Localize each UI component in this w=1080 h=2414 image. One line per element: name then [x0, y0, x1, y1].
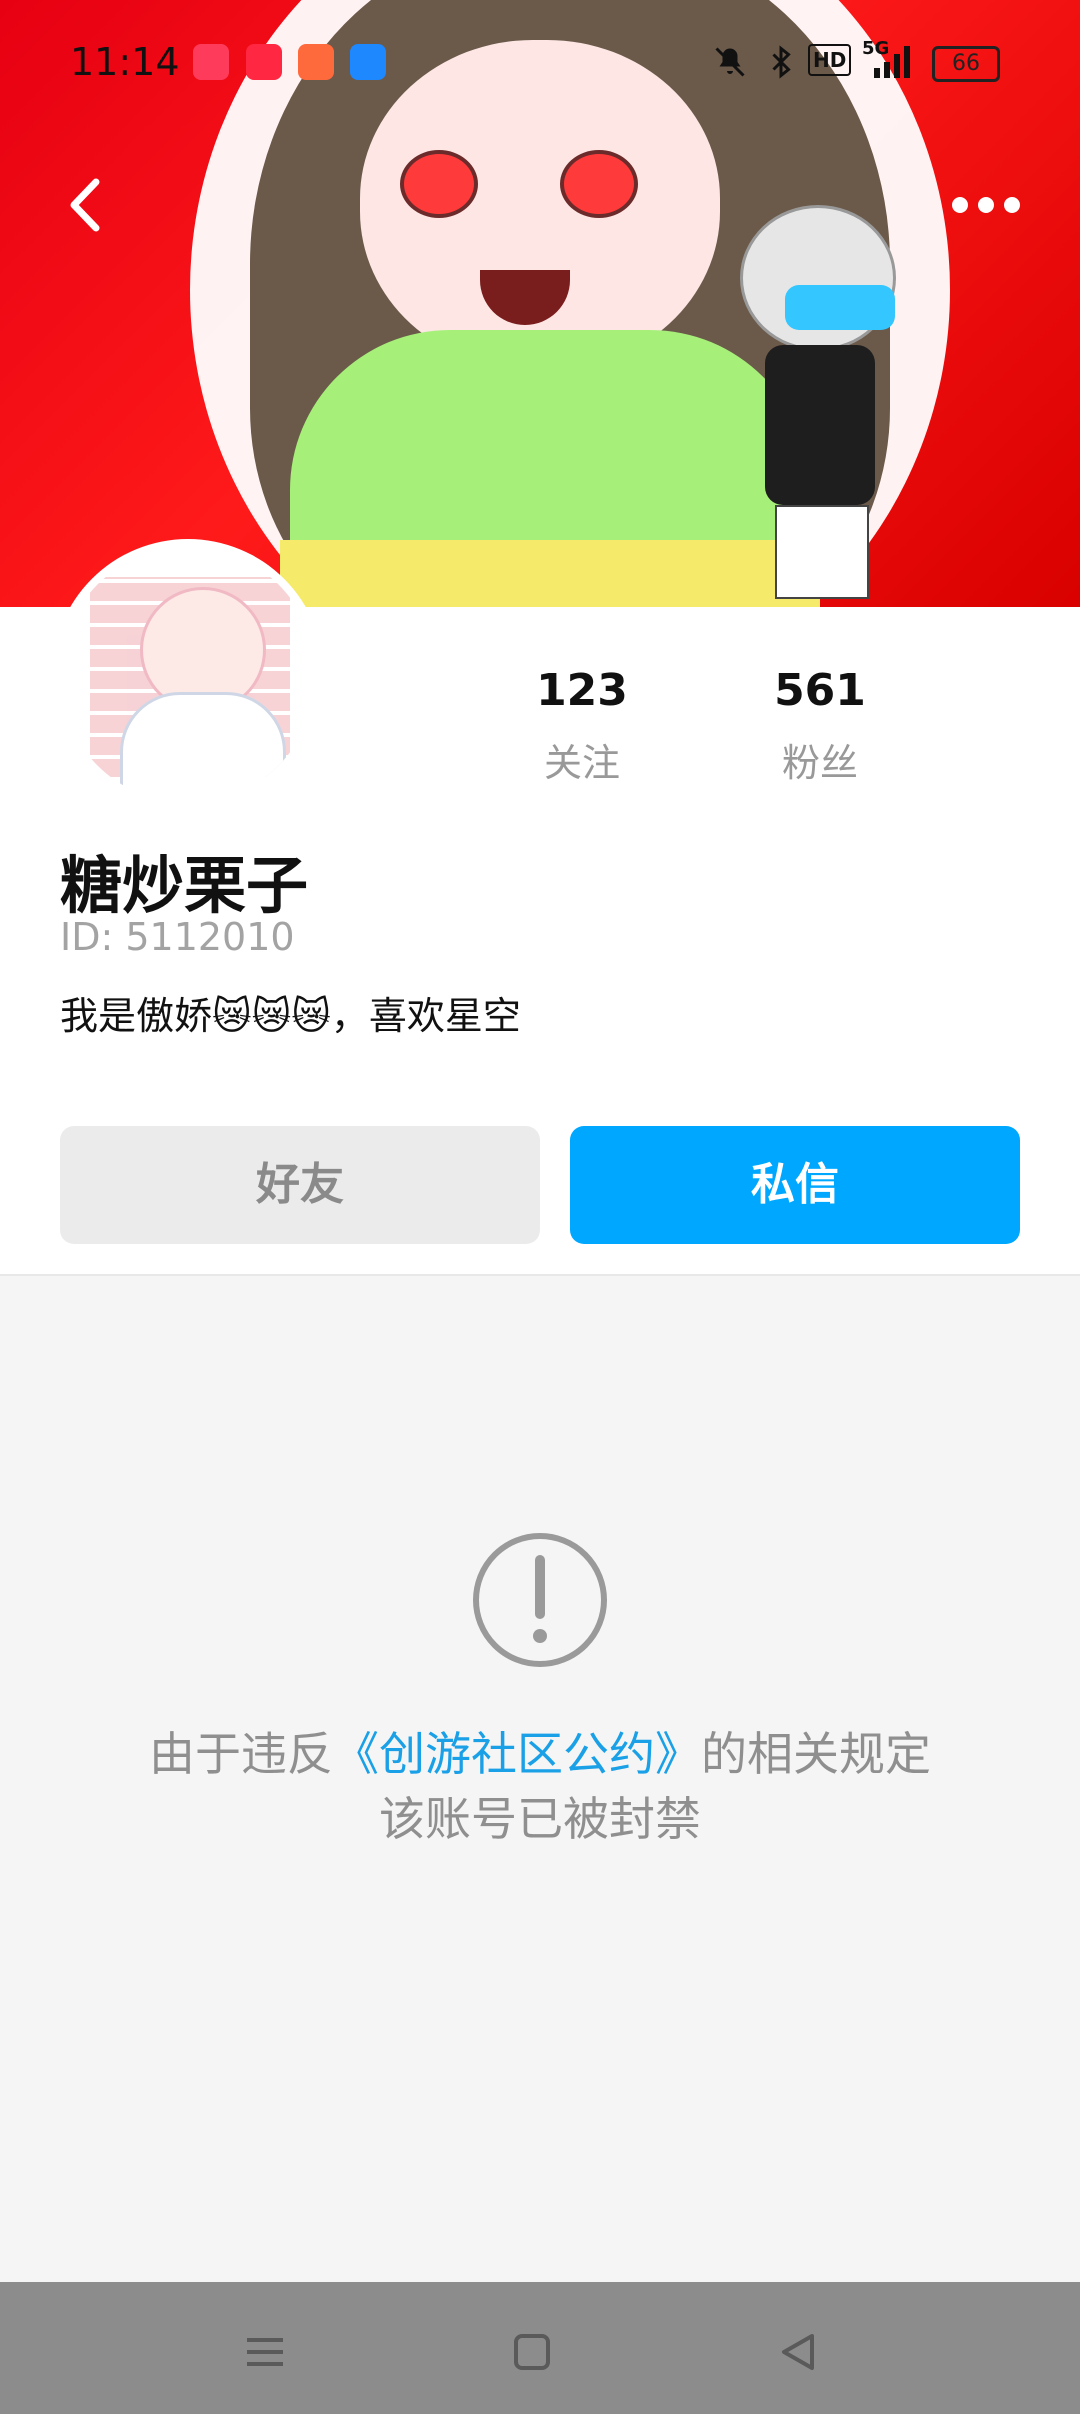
status-bar: 11:14 HD 5G 66 [0, 0, 1080, 128]
profile-name: 糖炒栗子 [60, 849, 309, 922]
friend-button[interactable]: 好友 [60, 1126, 540, 1244]
banner-character-eye-left [400, 150, 478, 218]
community-rules-link[interactable]: 《创游社区公约》 [333, 1727, 701, 1781]
bluetooth-icon [772, 45, 791, 79]
files-app-icon [350, 44, 386, 80]
following-count: 123 [536, 665, 628, 716]
signal-icon [874, 46, 910, 78]
navigation-bar [0, 2282, 1080, 2414]
back-button[interactable] [56, 170, 126, 240]
ban-notice-suffix: 的相关规定 [701, 1727, 931, 1781]
hd-badge: HD [808, 44, 852, 76]
ban-notice-prefix: 由于违反 [149, 1727, 333, 1781]
small-character-body [765, 345, 875, 505]
small-character-legs [775, 505, 869, 599]
section-divider [0, 1274, 1080, 1276]
more-options-button[interactable] [946, 180, 1026, 230]
avatar-character-body [120, 692, 286, 803]
followers-count: 561 [774, 665, 866, 716]
following-stat[interactable]: 123 关注 [512, 665, 652, 787]
menu-icon[interactable] [235, 2322, 295, 2382]
exclamation-circle-icon [473, 1533, 607, 1667]
back-triangle-icon[interactable] [768, 2322, 828, 2382]
home-square-icon[interactable] [502, 2322, 562, 2382]
ban-notice-line2: 该账号已被封禁 [379, 1792, 701, 1846]
following-label: 关注 [543, 741, 620, 785]
avatar[interactable] [60, 547, 316, 803]
followers-label: 粉丝 [781, 741, 858, 785]
heart-app-icon [246, 44, 282, 80]
followers-stat[interactable]: 561 粉丝 [750, 665, 890, 787]
game-app-icon [298, 44, 334, 80]
banner-small-character [730, 205, 910, 605]
video-app-icon [193, 44, 229, 80]
message-button[interactable]: 私信 [570, 1126, 1020, 1244]
mute-bell-icon [715, 47, 745, 77]
profile-id: ID: 5112010 [60, 915, 295, 959]
small-character-goggles [785, 285, 895, 330]
profile-bio: 我是傲娇😿😿😿，喜欢星空 [60, 994, 521, 1038]
ban-notice-line1: 由于违反《创游社区公约》的相关规定 [0, 1718, 1080, 1784]
battery-indicator: 66 [932, 46, 1000, 82]
banner-character-eye-right [560, 150, 638, 218]
status-time: 11:14 [70, 40, 180, 84]
